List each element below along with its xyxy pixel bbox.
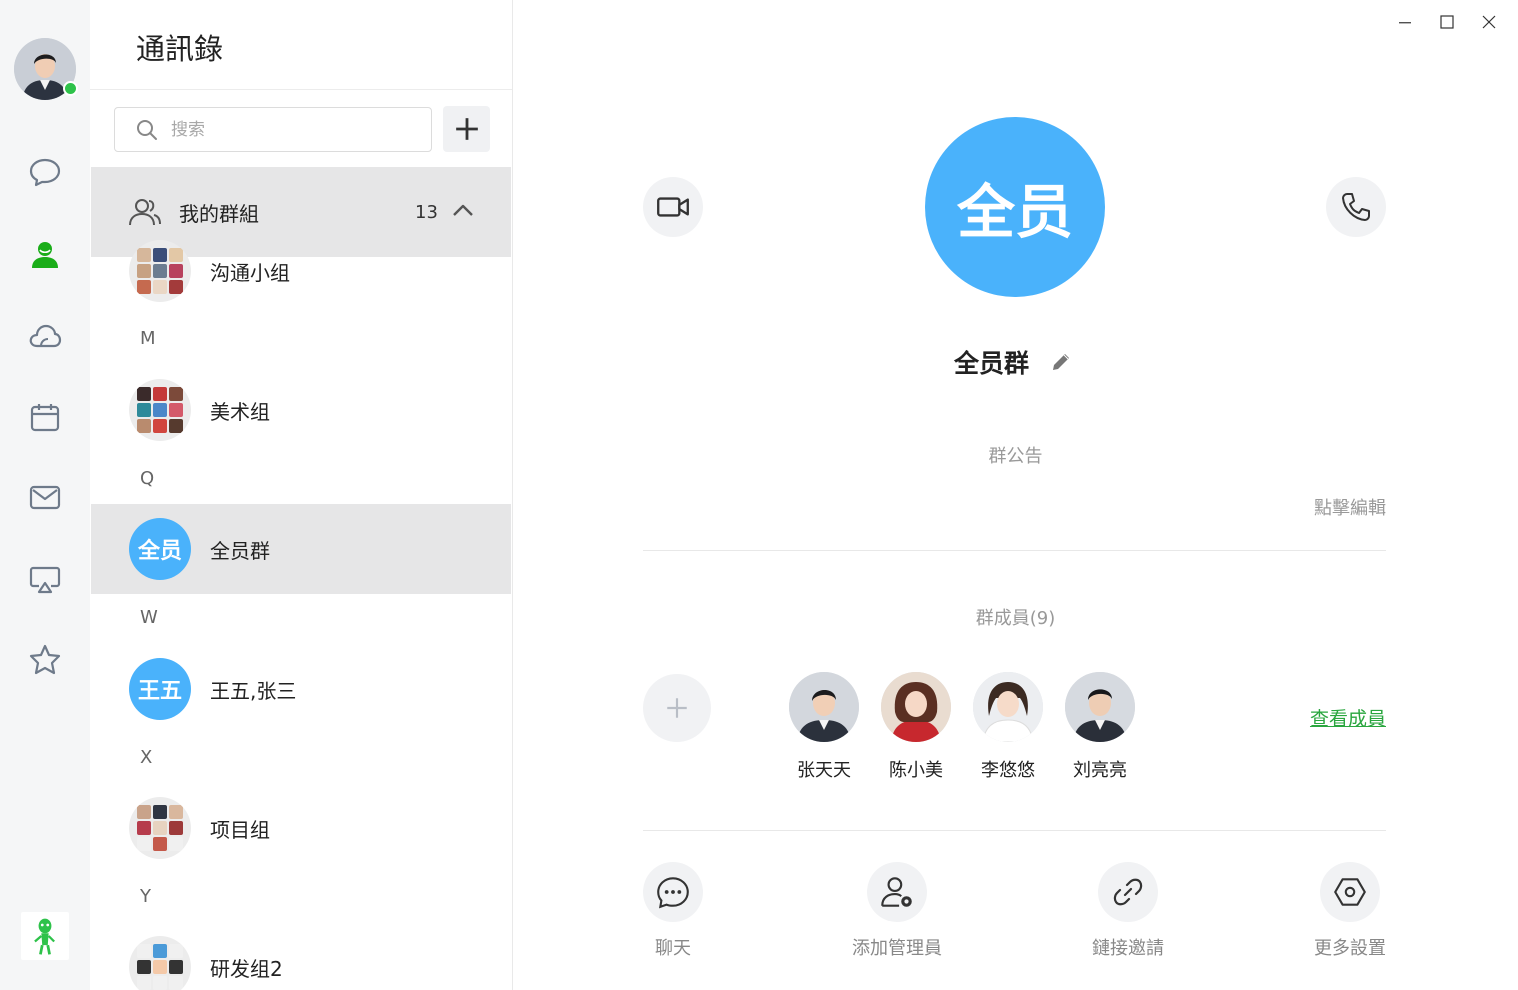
phone-icon: [1342, 193, 1370, 221]
mascot-logo-icon[interactable]: [21, 912, 69, 960]
members-label: 群成員(9): [975, 608, 1056, 629]
contacts-icon[interactable]: [23, 232, 67, 276]
list-item-name: 王五,张三: [210, 678, 297, 703]
index-letter: M: [140, 328, 156, 349]
link-icon: [1113, 878, 1143, 906]
cloud-icon[interactable]: [23, 314, 67, 358]
add-member-button[interactable]: [643, 674, 711, 742]
member-name: 李悠悠: [981, 760, 1035, 781]
group-avatar: [129, 240, 191, 302]
list-item[interactable]: 美术组: [91, 365, 511, 455]
action-label: 添加管理員: [852, 938, 942, 959]
member-item[interactable]: 刘亮亮: [1065, 672, 1135, 782]
group-icon: [129, 199, 161, 226]
icon-rail: [0, 0, 90, 990]
pencil-icon[interactable]: [1048, 349, 1074, 375]
divider: [90, 89, 512, 90]
group-detail-panel: 全员 全员群 群公告 點擊編輯 群成員(9) 张天天 陈小美 李悠悠 刘亮亮 查…: [513, 0, 1518, 990]
voice-call-button[interactable]: [1326, 177, 1386, 237]
group-count: 13: [415, 201, 438, 223]
list-item[interactable]: 研发组2: [91, 922, 511, 990]
index-letter: X: [140, 747, 153, 768]
member-name: 张天天: [797, 760, 851, 781]
list-item[interactable]: 项目组: [91, 783, 511, 873]
admin-settings-icon: [881, 877, 912, 907]
add-admin-button[interactable]: 添加管理員: [827, 862, 967, 960]
settings-hexagon-icon: [1334, 878, 1366, 906]
group-avatar: [129, 797, 191, 859]
list-item-name: 全员群: [210, 538, 270, 563]
online-status-dot: [63, 81, 78, 96]
list-item[interactable]: 王五 王五,张三: [91, 644, 511, 734]
member-avatar: [973, 672, 1043, 742]
video-camera-icon: [657, 197, 689, 217]
index-letter: Y: [140, 886, 151, 907]
action-label: 聊天: [655, 938, 691, 959]
view-members-link[interactable]: 查看成員: [1310, 704, 1386, 731]
list-item[interactable]: 沟通小组: [91, 226, 511, 316]
index-letter: Q: [140, 468, 155, 489]
contacts-panel: 通訊錄 我的群組 13 沟通小组 M: [90, 0, 513, 990]
more-settings-button[interactable]: 更多設置: [1280, 862, 1420, 960]
calendar-icon[interactable]: [23, 395, 67, 439]
plus-icon: [667, 698, 687, 718]
list-item[interactable]: 全员 全员群: [91, 504, 511, 594]
member-avatar: [789, 672, 859, 742]
add-contact-button[interactable]: [443, 106, 490, 152]
link-invite-button[interactable]: 鏈接邀請: [1058, 862, 1198, 960]
minimize-icon[interactable]: [1393, 10, 1417, 34]
video-call-button[interactable]: [643, 177, 703, 237]
star-icon[interactable]: [23, 638, 67, 682]
group-avatar: [129, 936, 191, 990]
page-title: 通訊錄: [136, 32, 224, 66]
member-item[interactable]: 陈小美: [881, 672, 951, 782]
chat-icon: [657, 877, 689, 909]
action-label: 鏈接邀請: [1092, 938, 1164, 959]
divider: [643, 550, 1386, 551]
close-icon[interactable]: [1477, 10, 1501, 34]
maximize-icon[interactable]: [1435, 10, 1459, 34]
search-box[interactable]: [114, 107, 432, 152]
chat-bubble-icon[interactable]: [23, 150, 67, 194]
screen-share-icon[interactable]: [23, 557, 67, 601]
my-groups-label: 我的群組: [179, 201, 259, 226]
list-item-name: 美术组: [210, 399, 270, 424]
member-item[interactable]: 李悠悠: [973, 672, 1043, 782]
edit-announcement-link[interactable]: 點擊編輯: [1314, 494, 1386, 520]
plus-icon: [455, 118, 478, 140]
list-item-name: 研发组2: [210, 956, 283, 981]
search-input[interactable]: [171, 119, 411, 140]
divider: [643, 830, 1386, 831]
announcement-label: 群公告: [988, 446, 1043, 467]
group-name: 全员群: [954, 349, 1030, 378]
group-avatar-large: 全员: [925, 117, 1105, 297]
member-avatar: [881, 672, 951, 742]
member-item[interactable]: 张天天: [789, 672, 859, 782]
list-item-name: 沟通小组: [210, 260, 290, 285]
member-name: 陈小美: [889, 760, 943, 781]
group-avatar: 全员: [129, 518, 191, 580]
mail-icon[interactable]: [23, 475, 67, 519]
action-label: 更多設置: [1314, 938, 1386, 959]
chat-action-button[interactable]: 聊天: [603, 862, 743, 960]
member-name: 刘亮亮: [1073, 760, 1127, 781]
index-letter: W: [140, 607, 158, 628]
group-avatar: 王五: [129, 658, 191, 720]
search-icon: [137, 119, 157, 140]
member-avatar: [1065, 672, 1135, 742]
group-avatar: [129, 379, 191, 441]
chevron-up-icon[interactable]: [451, 199, 475, 223]
list-item-name: 项目组: [210, 817, 270, 842]
